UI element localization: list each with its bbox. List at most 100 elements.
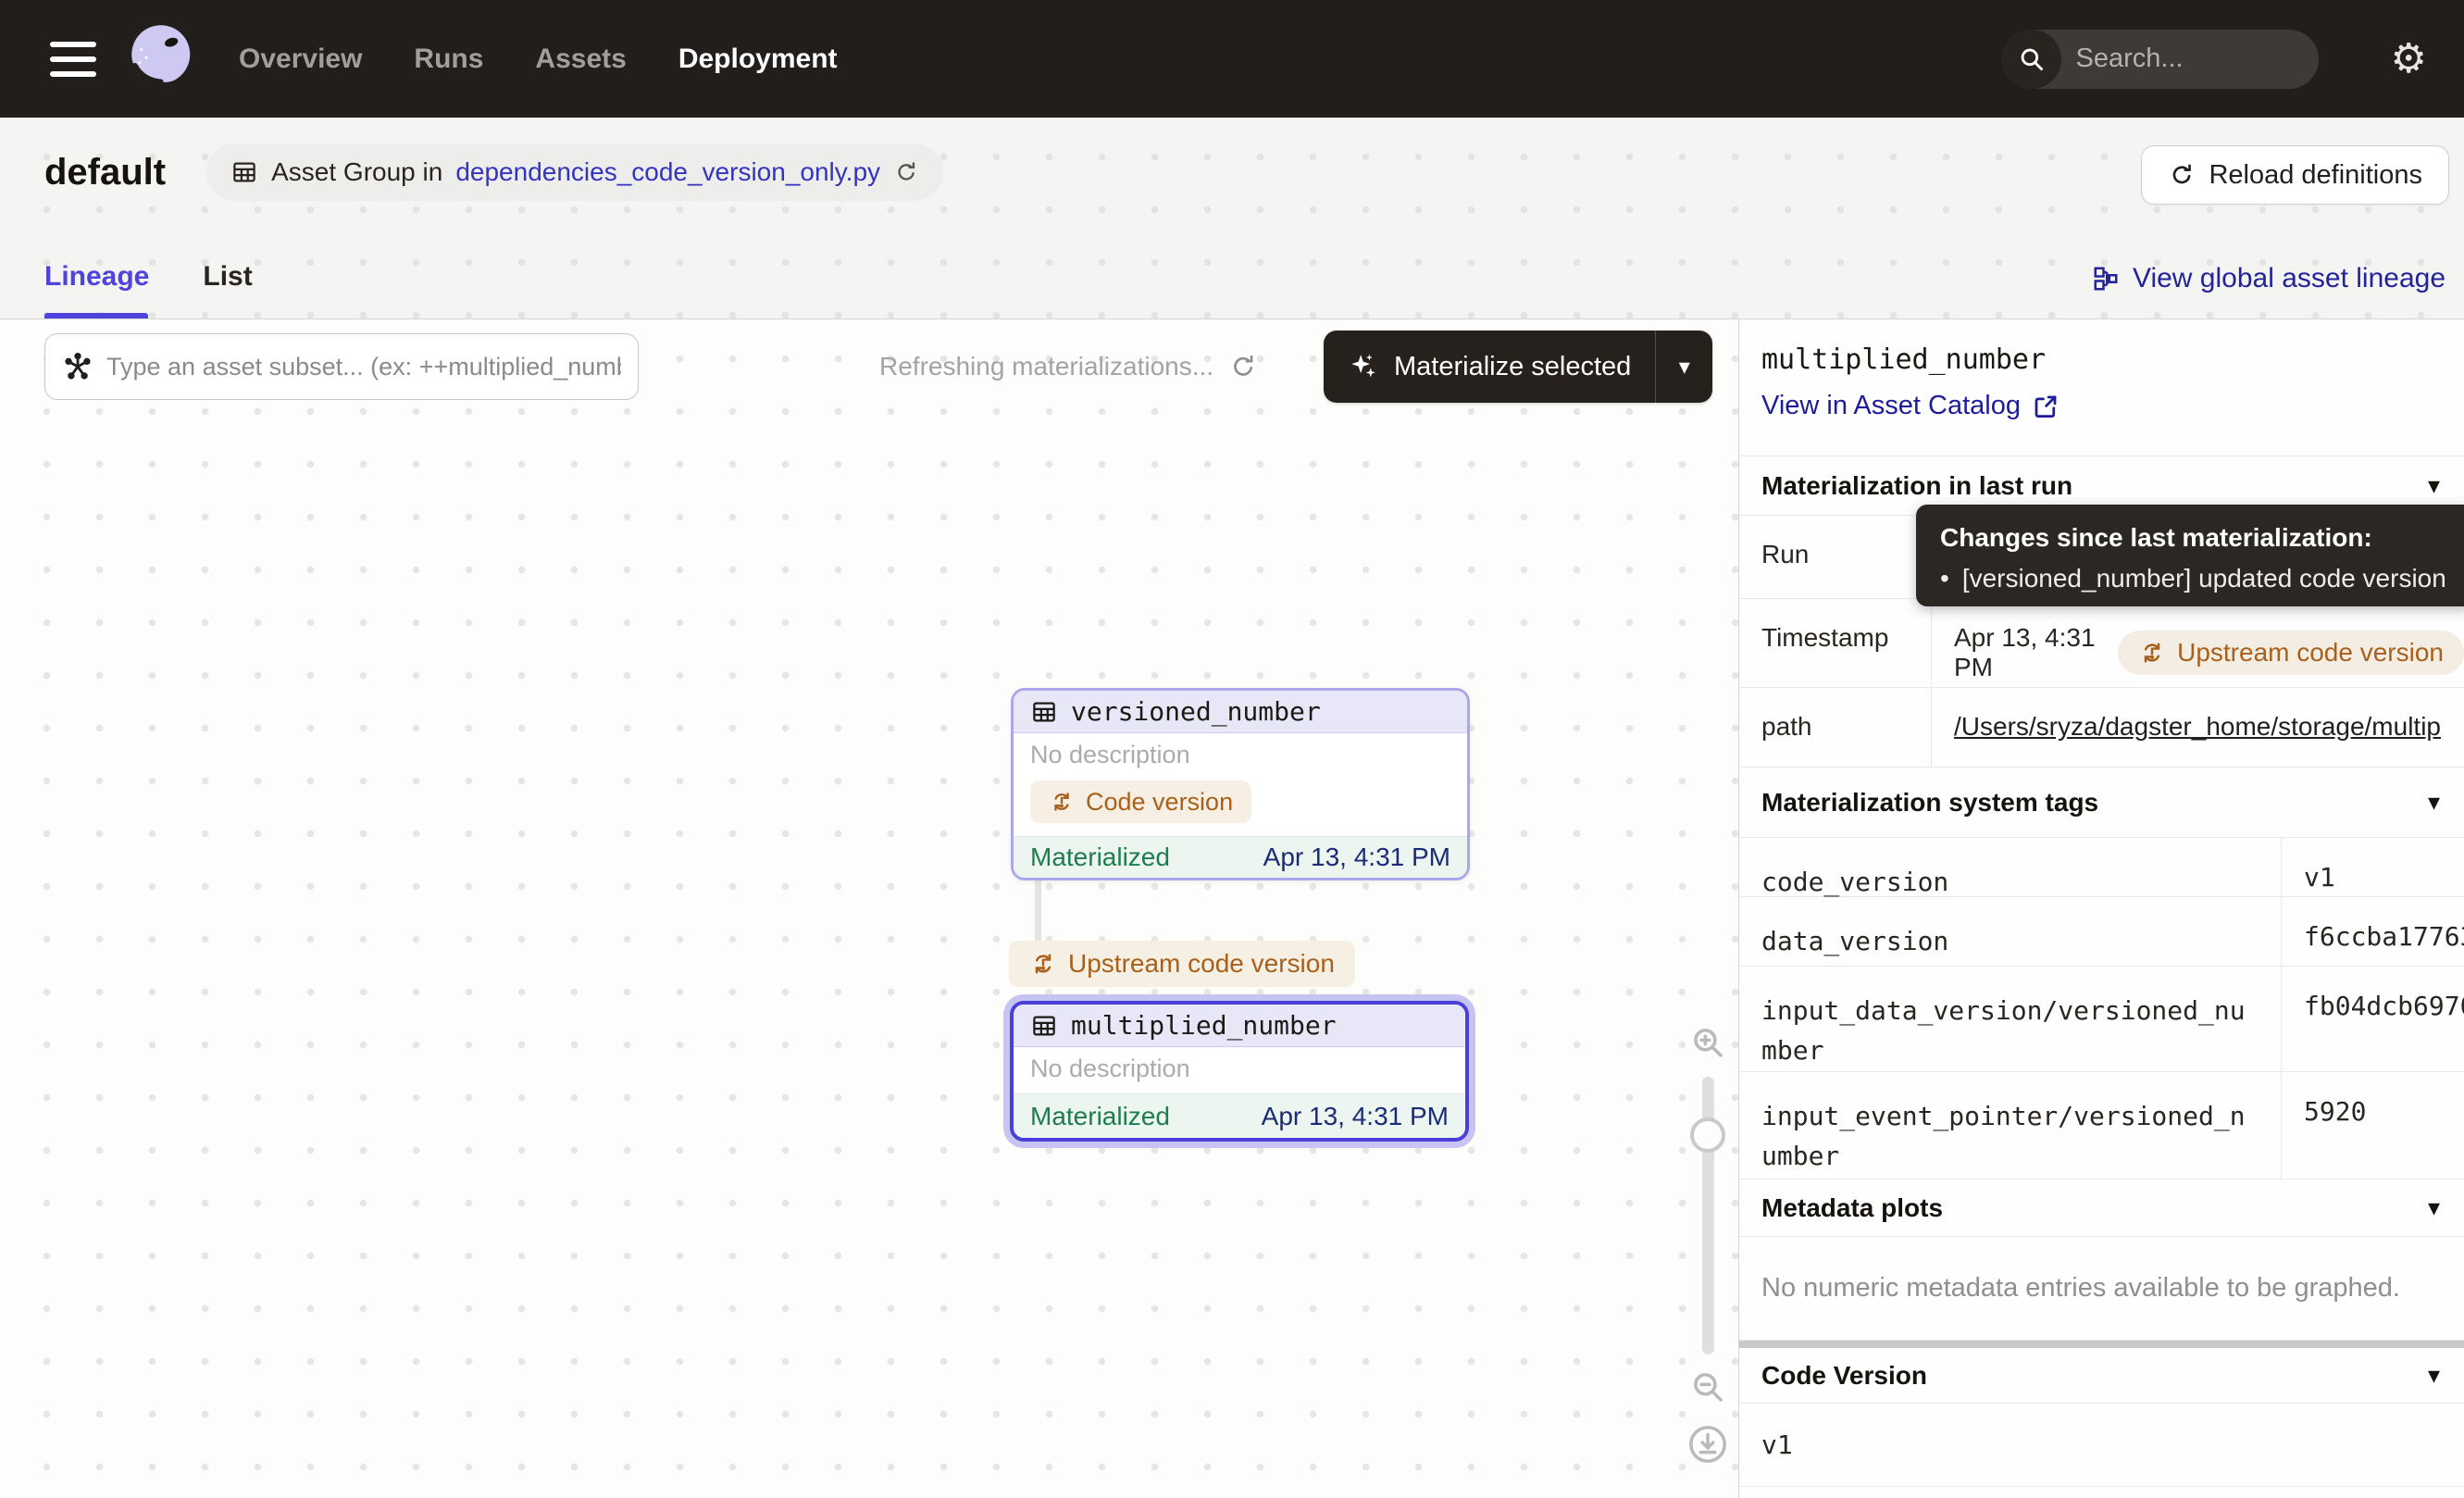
sync-alert-icon (1049, 789, 1075, 815)
row-label: path (1739, 688, 1932, 767)
materialized-time: Apr 13, 4:31 PM (1263, 843, 1450, 872)
tag-key: input_data_version/versioned_number (1739, 967, 2282, 1071)
asset-node-multiplied-number[interactable]: multiplied_number No description Materia… (1010, 1001, 1469, 1142)
zoom-in-icon[interactable] (1688, 1023, 1727, 1062)
nav-item-runs[interactable]: Runs (414, 44, 483, 75)
refresh-icon[interactable] (893, 159, 919, 185)
nav-item-assets[interactable]: Assets (535, 44, 626, 75)
asset-group-badge: Asset Group in dependencies_code_version… (206, 144, 943, 201)
materialize-selected-button[interactable]: Materialize selected ▾ (1324, 331, 1712, 403)
search-icon (2002, 30, 2061, 89)
asset-node-versioned-number[interactable]: versioned_number No description Code ver… (1011, 688, 1470, 880)
table-grid-icon (1030, 1012, 1058, 1040)
search-input[interactable] (2061, 44, 2319, 74)
reload-definitions-label: Reload definitions (2209, 160, 2422, 191)
zoom-slider-handle[interactable] (1690, 1117, 1725, 1153)
section-metadata-plots[interactable]: Metadata plots ▾ (1739, 1180, 2464, 1237)
materialized-status: Materialized (1030, 1102, 1170, 1131)
primary-nav: Overview Runs Assets Deployment (239, 44, 838, 75)
canvas-zoom-controls (1681, 1023, 1735, 1466)
asset-description: No description (1030, 741, 1450, 769)
page-header: default Asset Group in dependencies_code… (0, 118, 2464, 319)
download-image-icon[interactable] (1686, 1423, 1729, 1466)
materialize-dropdown-caret[interactable]: ▾ (1655, 331, 1712, 403)
asset-group-file-link[interactable]: dependencies_code_version_only.py (455, 157, 880, 187)
table-row-timestamp: Timestamp Apr 13, 4:31 PM Upstream code … (1739, 599, 2464, 688)
tab-lineage[interactable]: Lineage (44, 261, 149, 293)
tag-key: input_event_pointer/versioned_number (1739, 1072, 2282, 1179)
sync-alert-icon (1029, 950, 1057, 978)
tag-value: fb04dcb6970 (2282, 967, 2464, 1071)
section-label: Code Version (1761, 1361, 1927, 1391)
tooltip-item: [versioned_number] updated code version (1962, 564, 2446, 593)
refresh-icon[interactable] (1228, 352, 1258, 381)
tab-list[interactable]: List (203, 261, 252, 293)
materialized-status: Materialized (1030, 843, 1170, 872)
view-tabs: Lineage List (44, 235, 253, 318)
upstream-code-version-label: Upstream code version (1068, 949, 1335, 979)
code-version-badge: Code version (1030, 780, 1251, 823)
nav-item-deployment[interactable]: Deployment (678, 44, 838, 75)
graph-query-icon (62, 351, 93, 382)
section-divider (1739, 1341, 2464, 1348)
asset-name: versioned_number (1071, 696, 1321, 727)
asset-subset-filter[interactable] (44, 333, 639, 400)
materialize-selected-label: Materialize selected (1394, 352, 1631, 382)
view-in-asset-catalog-label: View in Asset Catalog (1761, 391, 2021, 421)
tag-value: f6ccba177638 (2282, 897, 2464, 966)
dagster-logo-icon[interactable] (120, 20, 198, 98)
sync-alert-icon (2138, 639, 2166, 667)
chevron-down-icon: ▾ (2428, 1193, 2440, 1222)
settings-gear-icon[interactable]: ⚙ (2391, 39, 2427, 80)
table-grid-icon (1030, 698, 1058, 726)
path-link[interactable]: /Users/sryza/dagster_home/storage/multip (1954, 712, 2441, 741)
reload-definitions-button[interactable]: Reload definitions (2141, 145, 2449, 205)
chevron-down-icon: ▾ (2428, 471, 2440, 500)
tag-value: v1 (2282, 838, 2464, 896)
view-global-asset-lineage-link[interactable]: View global asset lineage (2092, 263, 2445, 294)
global-search[interactable]: / (2002, 30, 2319, 89)
page-title: default (44, 152, 166, 193)
section-label: Materialization in last run (1761, 471, 2072, 501)
refreshing-status: Refreshing materializations... (879, 333, 1258, 400)
asset-name: multiplied_number (1071, 1010, 1337, 1041)
materialized-time: Apr 13, 4:31 PM (1262, 1102, 1449, 1131)
asset-detail-panel: multiplied_number View in Asset Catalog … (1738, 319, 2464, 1498)
section-label: Materialization system tags (1761, 788, 2098, 818)
asset-subset-input[interactable] (106, 353, 621, 381)
lineage-graph-icon (2092, 265, 2120, 293)
tooltip-title: Changes since last materialization: (1940, 523, 2447, 553)
sparkle-icon (1348, 351, 1379, 382)
reload-icon (2168, 161, 2196, 189)
view-in-asset-catalog-link[interactable]: View in Asset Catalog (1761, 391, 2442, 421)
badge-label: Upstream code version (2177, 638, 2444, 668)
external-link-icon (2032, 393, 2060, 420)
chevron-down-icon: ▾ (2428, 1361, 2440, 1390)
tag-key: code_version (1739, 838, 2282, 896)
table-row-code-version: code_version v1 (1739, 838, 2464, 897)
zoom-out-icon[interactable] (1688, 1367, 1727, 1406)
asset-group-label: Asset Group in (271, 157, 442, 187)
row-label: Timestamp (1739, 599, 1932, 687)
menu-icon[interactable] (50, 42, 96, 77)
asset-description: No description (1030, 1055, 1449, 1083)
upstream-code-version-badge: Upstream code version (1009, 941, 1355, 987)
table-row-path: path /Users/sryza/dagster_home/storage/m… (1739, 688, 2464, 768)
code-version-value: v1 (1739, 1404, 2464, 1487)
row-label: Run (1739, 516, 1932, 598)
refreshing-label: Refreshing materializations... (879, 352, 1213, 381)
changes-tooltip: Changes since last materialization: • [v… (1916, 505, 2464, 606)
bullet-icon: • (1940, 564, 1949, 593)
section-config[interactable]: Config ▾ (1739, 1487, 2464, 1498)
table-row-data-version: data_version f6ccba177638 (1739, 897, 2464, 967)
section-materialization-system-tags[interactable]: Materialization system tags ▾ (1739, 768, 2464, 838)
section-code-version[interactable]: Code Version ▾ (1739, 1348, 2464, 1404)
metadata-plots-empty-message: No numeric metadata entries available to… (1739, 1237, 2464, 1341)
code-version-label: Code version (1086, 788, 1233, 817)
nav-item-overview[interactable]: Overview (239, 44, 362, 75)
tag-key: data_version (1739, 897, 2282, 966)
view-global-asset-lineage-label: View global asset lineage (2133, 263, 2445, 294)
zoom-slider[interactable] (1702, 1077, 1714, 1354)
table-grid-icon (230, 158, 258, 186)
lineage-canvas[interactable]: Refreshing materializations... Materiali… (0, 319, 1738, 1498)
